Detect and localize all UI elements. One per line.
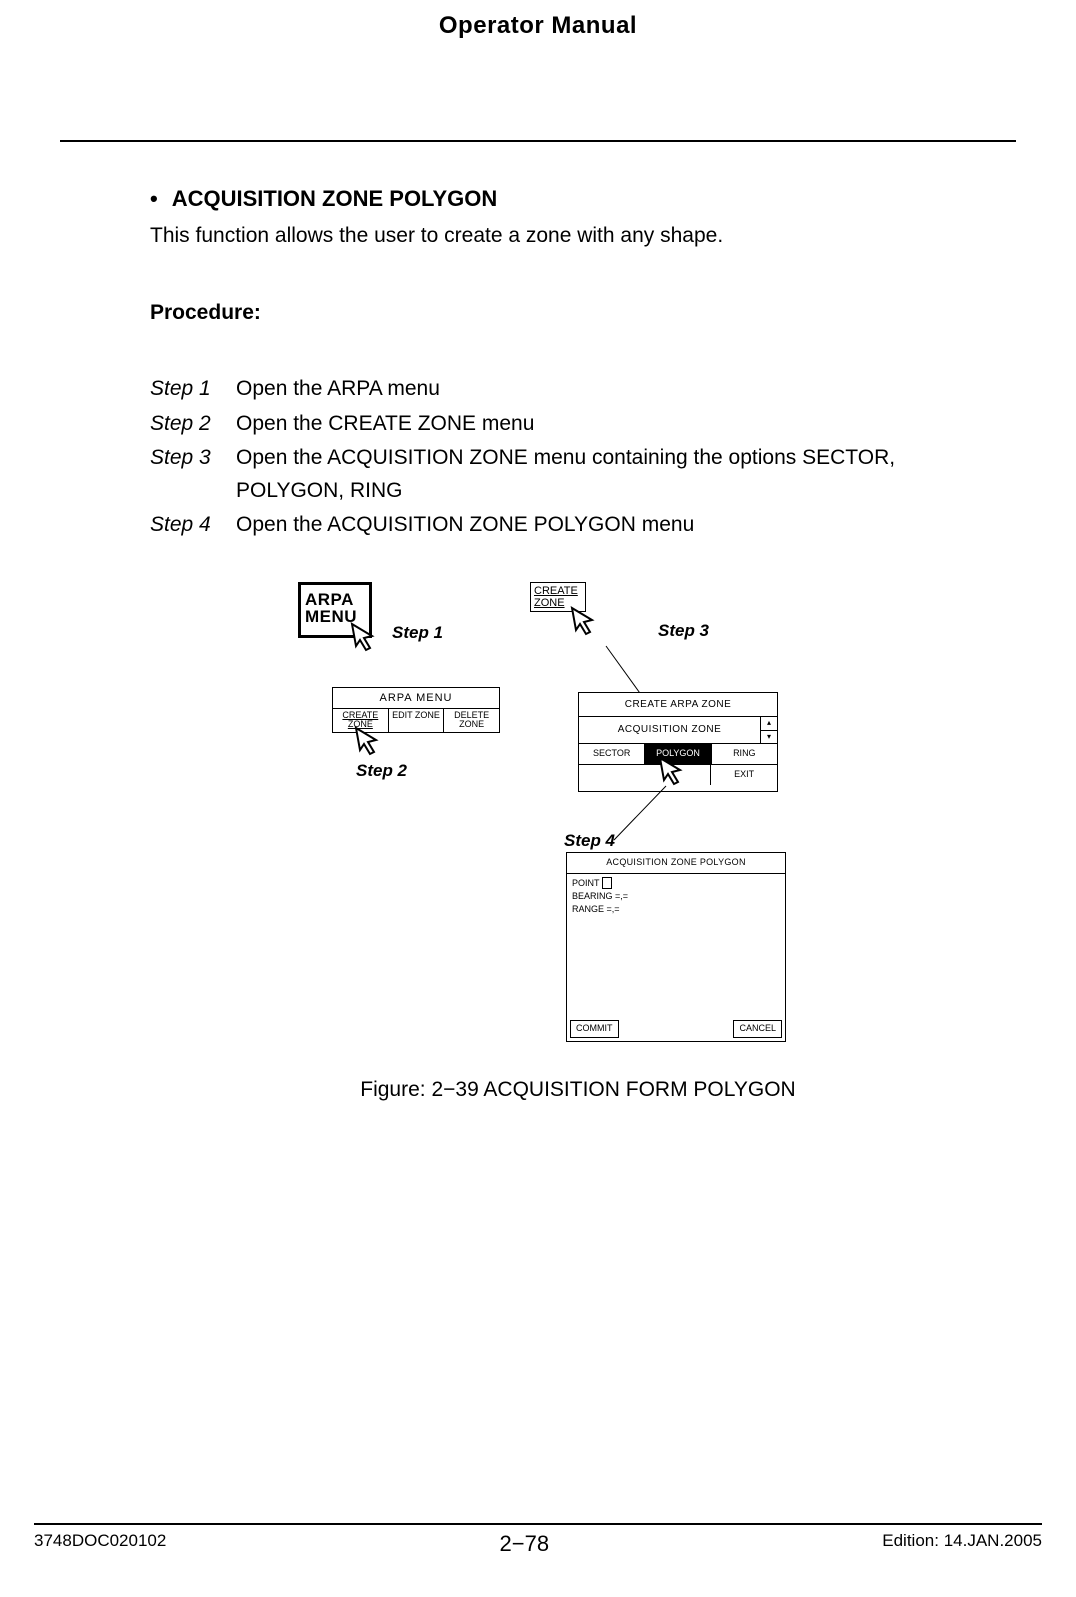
scroll-arrows: ▴ ▾ xyxy=(760,717,777,743)
step-text: Open the CREATE ZONE menu xyxy=(236,408,1006,441)
polygon-row-range: RANGE =,= xyxy=(572,903,780,916)
main-content: • ACQUISITION ZONE POLYGON This function… xyxy=(150,182,1006,1106)
cursor-arrow-icon xyxy=(348,620,382,656)
connector-line xyxy=(608,782,688,852)
option-ring: RING xyxy=(711,744,777,764)
bullet-icon: • xyxy=(150,182,158,216)
step-label: Step 3 xyxy=(150,442,222,507)
procedure-steps: Step 1 Open the ARPA menu Step 2 Open th… xyxy=(150,373,1006,542)
footer-page-number: 2−78 xyxy=(500,1531,550,1557)
step-label: Step 1 xyxy=(150,373,222,406)
arpa-menu-delete-zone: DELETE ZONE xyxy=(443,709,499,732)
arpa-menu-edit-zone: EDIT ZONE xyxy=(388,709,444,732)
step-label: Step 4 xyxy=(150,509,222,542)
commit-button: COMMIT xyxy=(570,1020,619,1038)
acquisition-zone-polygon-panel: ACQUISITION ZONE POLYGON POINT BEARING =… xyxy=(566,852,786,1042)
step-label: Step 2 xyxy=(150,408,222,441)
section-heading-text: ACQUISITION ZONE POLYGON xyxy=(172,182,498,216)
create-zone-label-l1: CREATE xyxy=(534,585,582,597)
exit-button: EXIT xyxy=(710,765,777,785)
procedure-label: Procedure: xyxy=(150,297,1006,330)
scroll-down-icon: ▾ xyxy=(761,731,777,743)
polygon-panel-body: POINT BEARING =,= RANGE =,= xyxy=(567,874,785,919)
polygon-row-bearing: BEARING =,= xyxy=(572,890,780,903)
step-row: Step 1 Open the ARPA menu xyxy=(150,373,1006,406)
arpa-btn-line1: ARPA xyxy=(305,591,365,608)
step-text: Open the ARPA menu xyxy=(236,373,1006,406)
scroll-up-icon: ▴ xyxy=(761,717,777,730)
step-text: Open the ACQUISITION ZONE POLYGON menu xyxy=(236,509,1006,542)
footer-edition: Edition: 14.JAN.2005 xyxy=(882,1531,1042,1557)
figure-step1-label: Step 1 xyxy=(392,620,443,646)
option-sector: SECTOR xyxy=(579,744,644,764)
figure-diagram: ARPA MENU Step 1 ARPA MENU CREATE ZONE E… xyxy=(298,582,858,1052)
polygon-panel-title: ACQUISITION ZONE POLYGON xyxy=(567,853,785,874)
step-row: Step 4 Open the ACQUISITION ZONE POLYGON… xyxy=(150,509,1006,542)
cursor-arrow-icon xyxy=(352,724,386,760)
section-intro: This function allows the user to create … xyxy=(150,220,1006,253)
step-row: Step 3 Open the ACQUISITION ZONE menu co… xyxy=(150,442,1006,507)
figure-step2-label: Step 2 xyxy=(356,758,407,784)
acquisition-zone-label: ACQUISITION ZONE xyxy=(579,717,760,743)
connector-line xyxy=(562,612,652,702)
polygon-row-point: POINT xyxy=(572,877,780,890)
bottom-rule xyxy=(34,1523,1042,1525)
step-row: Step 2 Open the CREATE ZONE menu xyxy=(150,408,1006,441)
figure-step3-label: Step 3 xyxy=(658,618,709,644)
footer-doc-id: 3748DOC020102 xyxy=(34,1531,166,1557)
figure-step4-label: Step 4 xyxy=(564,828,615,854)
page-title: Operator Manual xyxy=(60,12,1016,40)
create-arpa-zone-title: CREATE ARPA ZONE xyxy=(579,693,777,717)
arpa-menu-panel-title: ARPA MENU xyxy=(333,688,499,708)
figure-caption: Figure: 2−39 ACQUISITION FORM POLYGON xyxy=(150,1074,1006,1107)
step-text: Open the ACQUISITION ZONE menu containin… xyxy=(236,442,1006,507)
cancel-button: CANCEL xyxy=(733,1020,782,1038)
section-heading: • ACQUISITION ZONE POLYGON xyxy=(150,182,1006,216)
page-footer: 3748DOC020102 2−78 Edition: 14.JAN.2005 xyxy=(34,1515,1042,1557)
top-rule xyxy=(60,140,1016,142)
